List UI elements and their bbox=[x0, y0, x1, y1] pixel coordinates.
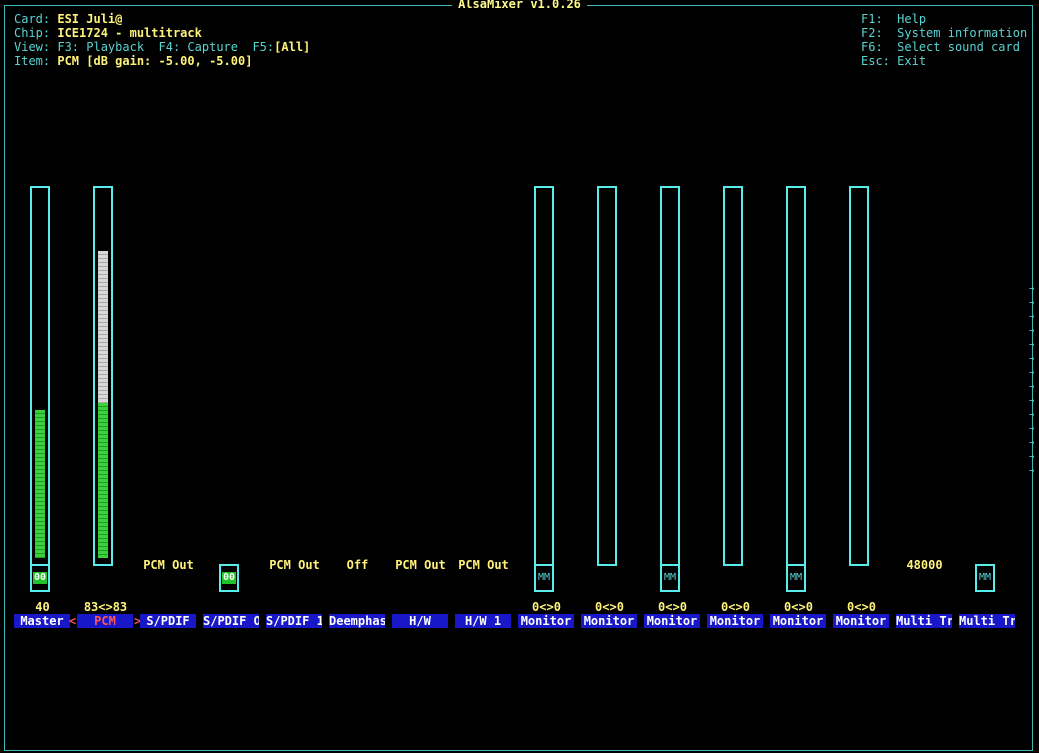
scroll-arrow-icon: → bbox=[1029, 438, 1035, 448]
scroll-arrow-icon: → bbox=[1029, 368, 1035, 378]
mute-switch[interactable]: MM bbox=[534, 564, 554, 592]
volume-level-green bbox=[98, 403, 108, 558]
mute-switch[interactable]: MM bbox=[975, 564, 995, 592]
volume-level-green bbox=[35, 410, 45, 558]
scroll-arrow-icon: → bbox=[1029, 312, 1035, 322]
scroll-arrow-icon: → bbox=[1029, 354, 1035, 364]
selection-marker-left: < bbox=[69, 614, 77, 628]
scroll-arrow-icon: → bbox=[1029, 382, 1035, 392]
enum-value[interactable]: Off bbox=[326, 558, 389, 572]
card-name: ESI Juli@ bbox=[57, 12, 123, 26]
chip-name: ICE1724 - multitrack bbox=[57, 26, 202, 40]
view-capture[interactable]: F4: Capture bbox=[159, 40, 238, 54]
channel-name[interactable]: Monitor bbox=[581, 614, 637, 628]
mute-switch[interactable]: MM bbox=[660, 564, 680, 592]
help-panel: F1: Help F2: System information F6: Sele… bbox=[861, 12, 1027, 68]
volume-bar[interactable] bbox=[723, 186, 743, 566]
help-key: F6: bbox=[861, 40, 883, 54]
scroll-arrow-icon: → bbox=[1029, 326, 1035, 336]
channel-name[interactable]: Multi Tr bbox=[959, 614, 1015, 628]
scroll-arrow-icon: → bbox=[1029, 284, 1035, 294]
channel-name[interactable]: Master bbox=[14, 614, 70, 628]
view-playback[interactable]: F3: Playback bbox=[57, 40, 144, 54]
volume-value: 0<>0 bbox=[658, 600, 687, 614]
enum-value[interactable]: 48000 bbox=[893, 558, 956, 572]
volume-value: 40 bbox=[35, 600, 50, 614]
scroll-arrow-icon: → bbox=[1029, 340, 1035, 350]
help-label[interactable]: Help bbox=[897, 12, 926, 26]
mute-switch[interactable]: MM bbox=[786, 564, 806, 592]
mute-switch[interactable]: 00 bbox=[30, 564, 50, 592]
channel-name[interactable]: PCM bbox=[77, 614, 133, 628]
enum-value[interactable]: PCM Out bbox=[452, 558, 515, 572]
enum-value[interactable]: PCM Out bbox=[389, 558, 452, 572]
channel-name[interactable]: Multi Tr bbox=[896, 614, 952, 628]
channel-name[interactable]: Deemphas bbox=[329, 614, 385, 628]
app-title: AlsaMixer v1.0.26 bbox=[0, 0, 1039, 11]
volume-bar[interactable] bbox=[534, 186, 554, 566]
view-all[interactable]: [All] bbox=[274, 40, 310, 54]
channel-name[interactable]: Monitor bbox=[518, 614, 574, 628]
volume-value: 83<>83 bbox=[83, 600, 128, 614]
help-key: Esc: bbox=[861, 54, 890, 68]
channel-name[interactable]: H/W bbox=[392, 614, 448, 628]
mixer-window-frame bbox=[4, 5, 1033, 751]
volume-value: 0<>0 bbox=[595, 600, 624, 614]
enum-value[interactable]: PCM Out bbox=[137, 558, 200, 572]
help-key: F2: bbox=[861, 26, 883, 40]
info-panel: Card: ESI Juli@ Chip: ICE1724 - multitra… bbox=[14, 12, 311, 68]
volume-bar[interactable] bbox=[786, 186, 806, 566]
volume-bar[interactable] bbox=[93, 186, 113, 566]
scroll-arrow-icon: → bbox=[1029, 298, 1035, 308]
scroll-arrow-icon: → bbox=[1029, 452, 1035, 462]
scroll-arrow-icon: → bbox=[1029, 424, 1035, 434]
scroll-arrow-icon: → bbox=[1029, 410, 1035, 420]
volume-bar[interactable] bbox=[849, 186, 869, 566]
volume-value: 0<>0 bbox=[847, 600, 876, 614]
channel-name[interactable]: S/PDIF bbox=[140, 614, 196, 628]
volume-value: 0<>0 bbox=[532, 600, 561, 614]
scroll-arrow-icon: → bbox=[1029, 396, 1035, 406]
enum-value[interactable]: PCM Out bbox=[263, 558, 326, 572]
volume-bar[interactable] bbox=[597, 186, 617, 566]
mute-switch[interactable]: 00 bbox=[219, 564, 239, 592]
volume-bar[interactable] bbox=[660, 186, 680, 566]
channel-name[interactable]: H/W 1 bbox=[455, 614, 511, 628]
volume-value: 0<>0 bbox=[784, 600, 813, 614]
channel-name[interactable]: Monitor bbox=[707, 614, 763, 628]
channel-name[interactable]: S/PDIF O bbox=[203, 614, 259, 628]
help-key: F1: bbox=[861, 12, 883, 26]
channel-name[interactable]: Monitor bbox=[833, 614, 889, 628]
channel-name[interactable]: S/PDIF 1 bbox=[266, 614, 322, 628]
help-label[interactable]: System information bbox=[897, 26, 1027, 40]
scroll-indicator[interactable]: → → → → → → → → → → → → → → bbox=[1029, 282, 1037, 478]
channel-name[interactable]: Monitor bbox=[770, 614, 826, 628]
scroll-arrow-icon: → bbox=[1029, 466, 1035, 476]
channel-name[interactable]: Monitor bbox=[644, 614, 700, 628]
help-label[interactable]: Exit bbox=[897, 54, 926, 68]
volume-bar[interactable] bbox=[30, 186, 50, 566]
volume-value: 0<>0 bbox=[721, 600, 750, 614]
current-item: PCM [dB gain: -5.00, -5.00] bbox=[57, 54, 253, 68]
help-label[interactable]: Select sound card bbox=[897, 40, 1020, 54]
